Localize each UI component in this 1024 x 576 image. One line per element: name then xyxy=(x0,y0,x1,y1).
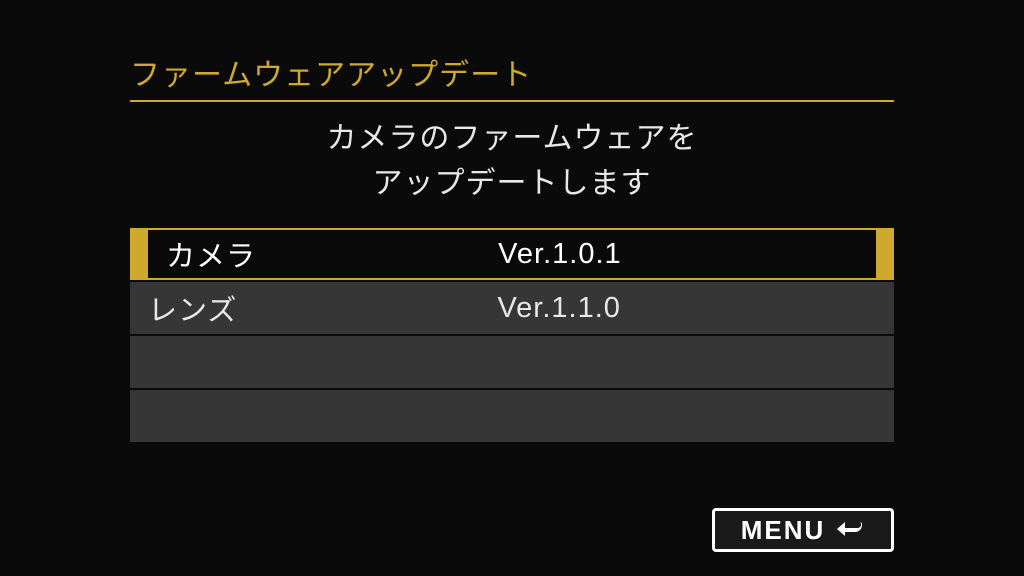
menu-back-button[interactable]: MENU xyxy=(712,508,894,552)
row-value: Ver.1.0.1 xyxy=(498,238,858,271)
row-label: レンズ xyxy=(148,287,497,329)
list-item-empty xyxy=(130,390,894,442)
list-item-camera[interactable]: カメラ Ver.1.0.1 xyxy=(130,228,894,280)
subtitle-line-2: アップデートします xyxy=(130,161,894,206)
row-label: カメラ xyxy=(166,233,498,275)
back-icon xyxy=(835,518,865,542)
firmware-list: カメラ Ver.1.0.1 レンズ Ver.1.1.0 xyxy=(130,228,894,442)
row-value: Ver.1.1.0 xyxy=(497,292,876,325)
page-subtitle: カメラのファームウェアを アップデートします xyxy=(130,116,894,206)
list-item-lens[interactable]: レンズ Ver.1.1.0 xyxy=(130,282,894,334)
subtitle-line-1: カメラのファームウェアを xyxy=(130,116,894,161)
list-item-empty xyxy=(130,336,894,388)
menu-label: MENU xyxy=(741,515,826,546)
page-title: ファームウェアアップデート xyxy=(130,50,894,102)
